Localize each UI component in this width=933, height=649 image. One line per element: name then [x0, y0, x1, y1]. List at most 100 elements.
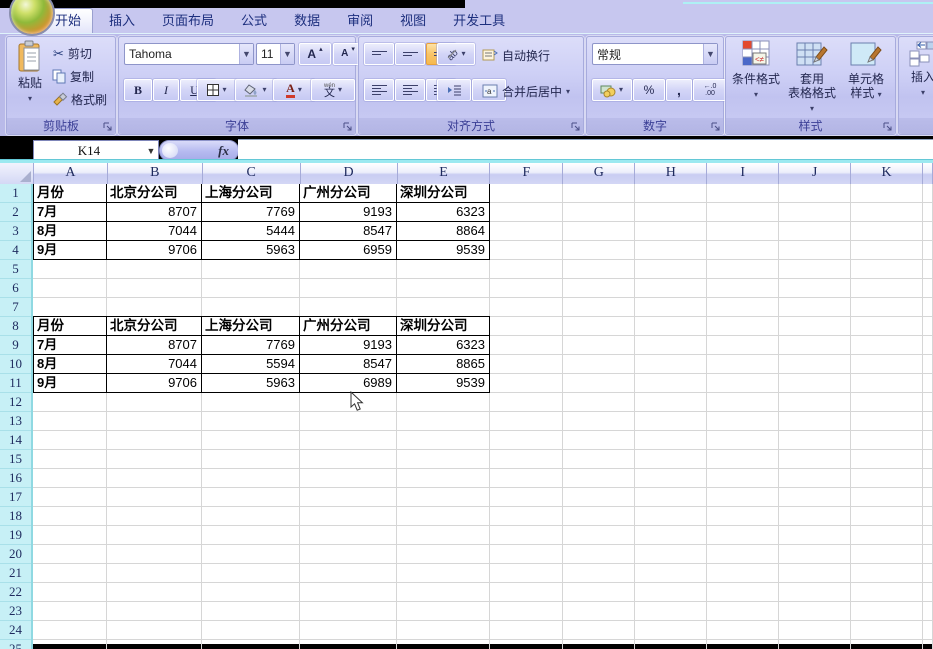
cell[interactable]: 9193 [300, 203, 397, 222]
merge-center-button[interactable]: a 合并后居中 ▾ [483, 83, 570, 100]
cell[interactable]: 上海分公司 [202, 184, 300, 203]
cell[interactable]: 8707 [107, 336, 202, 355]
name-box-dropdown-arrow[interactable]: ▼ [144, 146, 158, 156]
cell[interactable]: 月份 [34, 317, 107, 336]
insert-cells-arrow[interactable]: ▾ [921, 88, 925, 97]
format-as-table-button[interactable]: 套用 表格格式 ▾ [786, 41, 838, 116]
cell[interactable]: 7769 [202, 203, 300, 222]
cell[interactable]: 9193 [300, 336, 397, 355]
conditional-formatting-button[interactable]: <≠ 条件格式 ▾ [728, 41, 784, 100]
cell[interactable]: 7044 [107, 222, 202, 241]
row-header-3[interactable]: 3 [0, 222, 31, 241]
font-size-combo[interactable]: 11 ▼ [256, 43, 295, 65]
name-box[interactable]: K14 ▼ [33, 140, 159, 161]
cell[interactable]: 月份 [34, 184, 107, 203]
comma-style-button[interactable]: , [666, 79, 692, 101]
row-header-7[interactable]: 7 [0, 298, 31, 317]
conditional-formatting-arrow[interactable]: ▾ [754, 90, 758, 99]
row-header-15[interactable]: 15 [0, 450, 31, 469]
row-header-20[interactable]: 20 [0, 545, 31, 564]
column-header-I[interactable]: I [707, 163, 779, 184]
formula-input[interactable] [238, 139, 933, 160]
column-header-H[interactable]: H [635, 163, 707, 184]
font-name-dropdown-arrow[interactable]: ▼ [239, 44, 253, 64]
insert-cells-button[interactable]: 插入 ▾ [903, 41, 933, 98]
column-header-D[interactable]: D [301, 163, 398, 184]
cell[interactable]: 7769 [202, 336, 300, 355]
row-header-9[interactable]: 9 [0, 336, 31, 355]
cell[interactable]: 5444 [202, 222, 300, 241]
cell[interactable]: 6323 [397, 203, 490, 222]
cell[interactable]: 6989 [300, 374, 397, 393]
column-header-A[interactable]: A [34, 163, 108, 184]
tab-审阅[interactable]: 审阅 [336, 8, 384, 33]
tab-插入[interactable]: 插入 [98, 8, 146, 33]
cell[interactable]: 9539 [397, 241, 490, 260]
row-header-5[interactable]: 5 [0, 260, 31, 279]
tab-数据[interactable]: 数据 [283, 8, 331, 33]
row-header-10[interactable]: 10 [0, 355, 31, 374]
insert-function-button[interactable]: fx [159, 140, 239, 161]
font-size-dropdown-arrow[interactable]: ▼ [280, 44, 294, 64]
row-header-12[interactable]: 12 [0, 393, 31, 412]
row-header-6[interactable]: 6 [0, 279, 31, 298]
cell[interactable]: 8865 [397, 355, 490, 374]
cell[interactable]: 5963 [202, 241, 300, 260]
cut-button[interactable]: ✂ 剪切 [53, 45, 92, 62]
cell[interactable]: 9706 [107, 241, 202, 260]
phonetic-guide-button[interactable]: wén 文 ▾ [311, 79, 355, 101]
percent-style-button[interactable]: % [633, 79, 665, 101]
cell[interactable]: 北京分公司 [107, 184, 202, 203]
cell[interactable]: 8864 [397, 222, 490, 241]
format-painter-button[interactable]: 格式刷 [53, 91, 107, 108]
cell[interactable]: 8547 [300, 222, 397, 241]
cell[interactable]: 8707 [107, 203, 202, 222]
cell[interactable]: 5963 [202, 374, 300, 393]
cell[interactable]: 深圳分公司 [397, 317, 490, 336]
cell[interactable]: 8月 [34, 222, 107, 241]
row-header-25[interactable]: 25 [0, 640, 31, 649]
column-header-F[interactable]: F [490, 163, 563, 184]
increase-font-size-button[interactable]: A▴ [299, 43, 331, 65]
column-header-B[interactable]: B [108, 163, 203, 184]
number-format-dropdown-arrow[interactable]: ▼ [703, 44, 717, 64]
column-header-K[interactable]: K [851, 163, 923, 184]
cell[interactable]: 8月 [34, 355, 107, 374]
column-header-G[interactable]: G [563, 163, 635, 184]
tab-页面布局[interactable]: 页面布局 [151, 8, 225, 33]
alignment-dialog-launcher-icon[interactable] [570, 121, 581, 132]
cell[interactable]: 广州分公司 [300, 317, 397, 336]
cell[interactable]: 6323 [397, 336, 490, 355]
align-left-button[interactable] [364, 79, 394, 101]
cell[interactable]: 5594 [202, 355, 300, 374]
increase-decimal-button[interactable]: ←.0 .00 [693, 79, 727, 101]
column-header-C[interactable]: C [203, 163, 301, 184]
fill-color-button[interactable]: ▾ [235, 79, 277, 101]
cell[interactable]: 8547 [300, 355, 397, 374]
font-name-combo[interactable]: Tahoma ▼ [124, 43, 254, 65]
clipboard-dialog-launcher-icon[interactable] [102, 121, 113, 132]
borders-button[interactable]: ▾ [197, 79, 237, 101]
cell[interactable]: 深圳分公司 [397, 184, 490, 203]
row-header-8[interactable]: 8 [0, 317, 31, 336]
row-header-13[interactable]: 13 [0, 412, 31, 431]
cell[interactable]: 9539 [397, 374, 490, 393]
spreadsheet-cells-area[interactable]: 月份北京分公司上海分公司广州分公司深圳分公司7月8707776991936323… [33, 184, 933, 649]
column-header-J[interactable]: J [779, 163, 851, 184]
tab-公式[interactable]: 公式 [230, 8, 278, 33]
row-header-14[interactable]: 14 [0, 431, 31, 450]
cell[interactable]: 7月 [34, 336, 107, 355]
cell[interactable]: 6959 [300, 241, 397, 260]
row-header-11[interactable]: 11 [0, 374, 31, 393]
paste-button[interactable]: 粘贴 ▾ [11, 41, 49, 104]
font-dialog-launcher-icon[interactable] [342, 121, 353, 132]
tab-开发工具[interactable]: 开发工具 [442, 8, 516, 33]
row-header-22[interactable]: 22 [0, 583, 31, 602]
tab-视图[interactable]: 视图 [389, 8, 437, 33]
cell[interactable]: 北京分公司 [107, 317, 202, 336]
number-dialog-launcher-icon[interactable] [710, 121, 721, 132]
row-header-18[interactable]: 18 [0, 507, 31, 526]
row-header-21[interactable]: 21 [0, 564, 31, 583]
row-header-1[interactable]: 1 [0, 184, 31, 203]
decrease-indent-button[interactable] [437, 79, 471, 101]
